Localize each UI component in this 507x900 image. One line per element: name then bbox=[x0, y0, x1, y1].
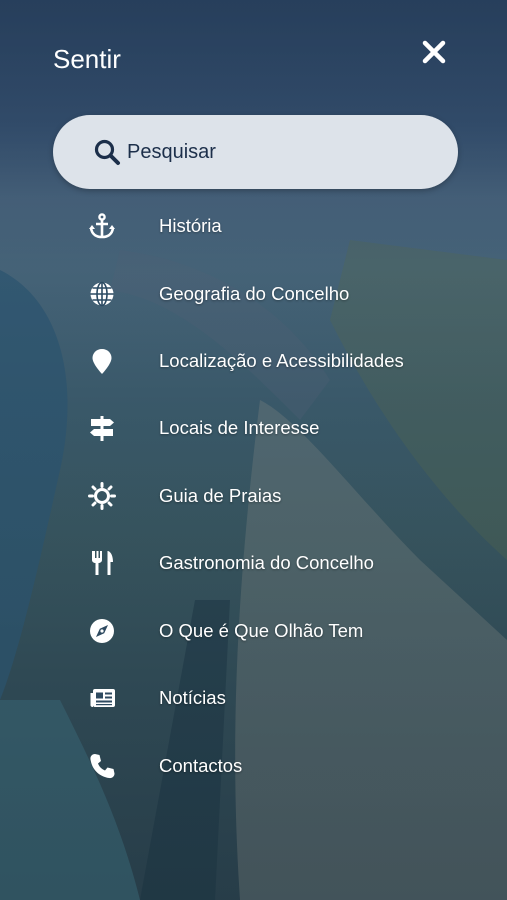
sun-icon bbox=[80, 474, 124, 518]
globe-icon bbox=[80, 272, 124, 316]
menu-item-label: Locais de Interesse bbox=[159, 417, 320, 438]
anchor-icon bbox=[80, 204, 124, 248]
menu-item-label: Notícias bbox=[159, 687, 226, 708]
menu-item-locais[interactable]: Locais de Interesse bbox=[80, 398, 480, 458]
menu-item-label: Contactos bbox=[159, 755, 243, 776]
signpost-icon bbox=[80, 406, 124, 450]
utensils-icon bbox=[80, 541, 124, 585]
menu-item-label: O Que é Que Olhão Tem bbox=[159, 620, 364, 641]
search-icon bbox=[94, 139, 120, 165]
menu-item-label: Localização e Acessibilidades bbox=[159, 350, 404, 371]
menu-item-localizacao[interactable]: Localização e Acessibilidades bbox=[80, 331, 480, 391]
menu-item-olhao[interactable]: O Que é Que Olhão Tem bbox=[80, 601, 480, 661]
menu-item-praias[interactable]: Guia de Praias bbox=[80, 466, 480, 526]
menu-item-label: História bbox=[159, 215, 222, 236]
search-bar[interactable] bbox=[53, 115, 458, 189]
menu-item-label: Geografia do Concelho bbox=[159, 283, 350, 304]
menu-item-label: Guia de Praias bbox=[159, 485, 282, 506]
menu-item-gastronomia[interactable]: Gastronomia do Concelho bbox=[80, 533, 480, 593]
menu-item-historia[interactable]: História bbox=[80, 196, 480, 256]
close-icon[interactable] bbox=[420, 38, 448, 66]
menu-item-label: Gastronomia do Concelho bbox=[159, 552, 374, 573]
page-title: Sentir bbox=[53, 44, 121, 74]
newspaper-icon bbox=[80, 676, 124, 720]
search-input[interactable] bbox=[125, 139, 429, 165]
phone-icon bbox=[80, 744, 124, 788]
map-pin-icon bbox=[80, 339, 124, 383]
menu-item-noticias[interactable]: Notícias bbox=[80, 668, 480, 728]
compass-icon bbox=[80, 609, 124, 653]
menu-item-geografia[interactable]: Geografia do Concelho bbox=[80, 264, 480, 324]
menu-item-contactos[interactable]: Contactos bbox=[80, 736, 480, 796]
menu-screen: Sentir História Geografia do Concelho bbox=[0, 0, 507, 900]
